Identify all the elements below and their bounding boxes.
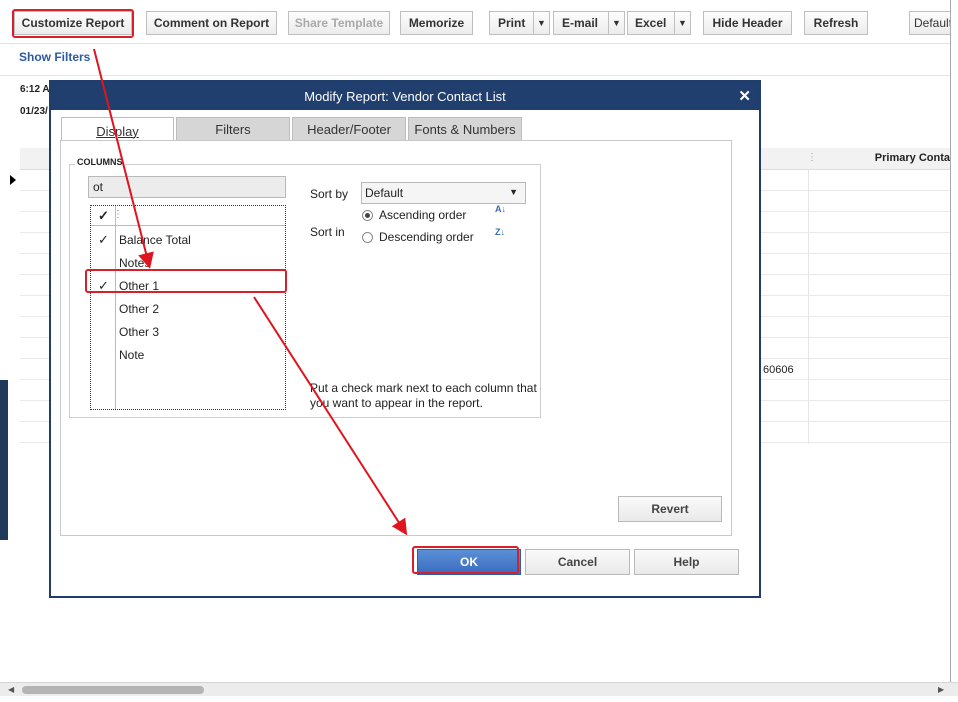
help-button[interactable]: Help xyxy=(634,549,739,575)
revert-button[interactable]: Revert xyxy=(618,496,722,522)
memorize-button[interactable]: Memorize xyxy=(400,11,473,35)
ascending-label[interactable]: Ascending order xyxy=(379,208,466,222)
tab-display-label: Display xyxy=(96,123,139,139)
cancel-button[interactable]: Cancel xyxy=(525,549,630,575)
horizontal-scrollbar[interactable]: ◀ ▶ xyxy=(0,682,958,696)
dialog-title: Modify Report: Vendor Contact List xyxy=(304,88,506,104)
close-icon[interactable]: ✕ xyxy=(738,87,751,105)
refresh-button[interactable]: Refresh xyxy=(804,11,868,35)
tab-fonts-numbers[interactable]: Fonts & Numbers xyxy=(408,117,522,142)
hide-header-button[interactable]: Hide Header xyxy=(703,11,792,35)
dialog-titlebar: Modify Report: Vendor Contact List ✕ xyxy=(51,82,759,110)
tab-header-footer[interactable]: Header/Footer xyxy=(292,117,406,142)
filters-bar xyxy=(0,44,950,76)
sort-descending-icon: Z↓ xyxy=(495,227,505,237)
tab-header-footer-label: Header/Footer xyxy=(307,122,391,137)
zip-cell: 60606 xyxy=(763,364,794,376)
list-item-label: Note xyxy=(119,348,145,362)
sort-by-select[interactable]: Default ▼ xyxy=(361,182,526,204)
scroll-left-icon[interactable]: ◀ xyxy=(8,685,14,694)
sort-by-value: Default xyxy=(365,186,404,200)
email-label: E-mail xyxy=(562,16,599,30)
print-button[interactable]: Print ▼ xyxy=(489,11,550,35)
email-dropdown-icon[interactable]: ▼ xyxy=(608,12,624,34)
report-time: 6:12 A xyxy=(20,84,50,95)
excel-button[interactable]: Excel ▼ xyxy=(627,11,691,35)
sort-in-label: Sort in xyxy=(310,225,345,239)
descending-radio[interactable] xyxy=(362,232,373,243)
comment-on-report-button[interactable]: Comment on Report xyxy=(146,11,277,35)
list-item-other-1[interactable]: ✓ Other 1 xyxy=(91,275,285,297)
list-item-label: Other 2 xyxy=(119,302,160,316)
tab-fonts-numbers-label: Fonts & Numbers xyxy=(414,122,516,137)
columns-list[interactable]: ✓ ⋮ ✓ Balance Total Notes ✓ Other 1 Othe… xyxy=(90,205,286,410)
ok-button[interactable]: OK xyxy=(417,549,521,575)
customize-report-button[interactable]: Customize Report xyxy=(14,11,132,35)
print-dropdown-icon[interactable]: ▼ xyxy=(533,12,549,34)
list-item-label: Other 3 xyxy=(119,325,160,339)
check-icon[interactable]: ✓ xyxy=(98,278,109,294)
ascending-radio[interactable] xyxy=(362,210,373,221)
scroll-right-icon[interactable]: ▶ xyxy=(938,685,944,694)
excel-dropdown-icon[interactable]: ▼ xyxy=(674,12,690,34)
column-divider[interactable]: ⋮ xyxy=(807,152,817,163)
display-panel: COLUMNS ot ✓ ⋮ ✓ Balance Total Notes ✓ O… xyxy=(60,140,732,536)
tab-filters-label: Filters xyxy=(215,122,251,137)
report-date: 01/23/ xyxy=(20,106,48,117)
share-template-button[interactable]: Share Template xyxy=(288,11,390,35)
report-toolbar: Customize Report Comment on Report Share… xyxy=(0,0,958,44)
list-item-other-3[interactable]: Other 3 xyxy=(91,321,285,343)
check-all-icon[interactable]: ✓ xyxy=(98,208,109,224)
list-item-label: Balance Total xyxy=(119,233,191,247)
list-item-label: Other 1 xyxy=(119,279,160,293)
excel-label: Excel xyxy=(635,16,667,30)
list-item-note[interactable]: Note xyxy=(91,344,285,366)
column-gridline xyxy=(808,170,809,444)
scrollbar-thumb[interactable] xyxy=(22,686,204,694)
tab-filters[interactable]: Filters xyxy=(176,117,290,142)
sidebar-strip xyxy=(0,380,8,540)
check-icon[interactable]: ✓ xyxy=(98,232,109,248)
email-button[interactable]: E-mail ▼ xyxy=(553,11,625,35)
list-item-balance-total[interactable]: ✓ Balance Total xyxy=(91,229,285,251)
modify-report-dialog: Modify Report: Vendor Contact List ✕ Dis… xyxy=(49,80,761,598)
columns-list-header: ✓ ⋮ xyxy=(91,206,285,226)
show-filters-link[interactable]: Show Filters xyxy=(19,50,90,64)
sort-ascending-icon: A↓ xyxy=(495,204,506,214)
list-item-notes[interactable]: Notes xyxy=(91,252,285,274)
sort-by-label: Sort by xyxy=(310,187,349,201)
columns-label: COLUMNS xyxy=(75,157,125,167)
row-pointer-icon xyxy=(10,175,16,185)
list-item-label: Notes xyxy=(119,256,151,270)
print-label: Print xyxy=(498,16,526,30)
column-search-input[interactable]: ot xyxy=(88,176,286,198)
list-item-other-2[interactable]: Other 2 xyxy=(91,298,285,320)
columns-hint-text: Put a check mark next to each column tha… xyxy=(310,381,537,410)
column-divider-icon: ⋮ xyxy=(113,209,123,220)
primary-contact-column[interactable]: Primary Conta xyxy=(875,152,950,164)
chevron-down-icon[interactable]: ▼ xyxy=(509,187,518,197)
descending-label[interactable]: Descending order xyxy=(379,230,474,244)
window-right-edge xyxy=(950,0,958,690)
